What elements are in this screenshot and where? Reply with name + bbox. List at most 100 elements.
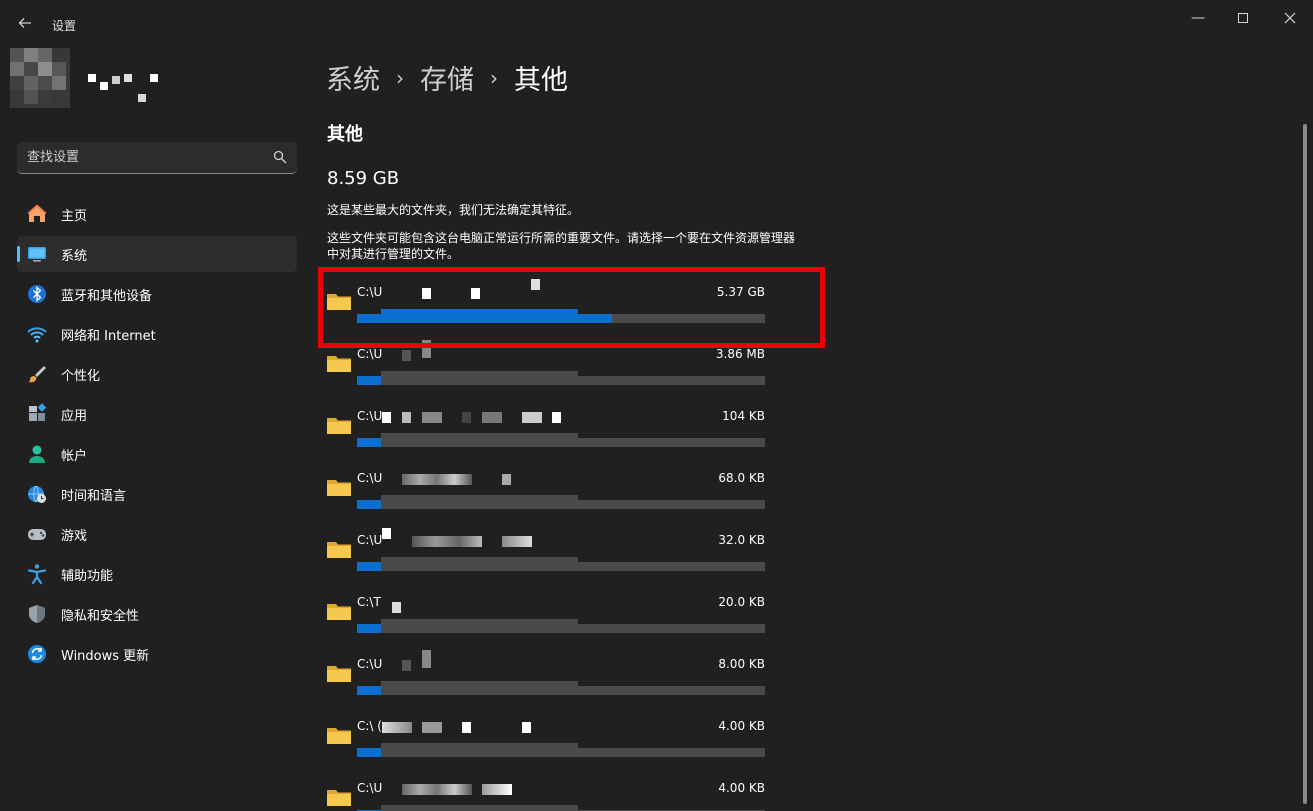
accessibility-icon [26,563,48,585]
sidebar-item-label: 网络和 Internet [61,328,156,344]
folder-icon [327,790,351,806]
wifi-icon [26,323,48,345]
sidebar-item-time-language[interactable]: 时间和语言 [17,476,297,512]
breadcrumb-current: 其他 [514,65,568,96]
folder-row[interactable]: C:\U 5.37 GB [320,276,780,338]
folder-row[interactable]: C:\U 104 KB [320,400,780,462]
folder-path: C:\U [357,471,383,485]
sidebar-item-label: 时间和语言 [61,488,127,504]
profile-name [88,72,158,102]
maximize-icon [1238,13,1248,23]
folder-size: 20.0 KB [718,595,765,609]
person-icon [26,443,48,465]
folder-row[interactable]: C:\U 3.86 MB [320,338,780,400]
folder-usage-fill [357,686,381,695]
sidebar-item-label: 游戏 [61,528,88,544]
folder-size: 4.00 KB [718,781,765,795]
search-icon[interactable] [273,150,287,164]
maximize-button[interactable] [1223,6,1263,30]
folder-usage-bar [357,681,765,695]
app-title: 设置 [52,19,77,33]
sidebar-item-windows-update[interactable]: Windows 更新 [17,636,297,672]
search-box[interactable] [17,142,297,174]
folder-path: C:\U [357,781,383,795]
folder-row[interactable]: C:\U 32.0 KB [320,524,780,586]
folder-row[interactable]: C:\ ( 4.00 KB [320,710,780,772]
home-icon [26,203,48,225]
sidebar-item-accounts[interactable]: 帐户 [17,436,297,472]
close-button[interactable] [1270,6,1310,30]
close-icon [1284,12,1296,24]
folder-icon [327,542,351,558]
globe-clock-icon [26,483,48,505]
bluetooth-icon [26,283,48,305]
folder-icon [327,728,351,744]
total-size: 8.59 GB [327,168,400,189]
section-title: 其他 [327,124,363,145]
folder-icon [327,294,351,310]
chevron-right-icon: › [490,65,498,90]
folder-usage-fill [357,562,381,571]
sidebar-item-label: 蓝牙和其他设备 [61,288,153,304]
sidebar-item-home[interactable]: 主页 [17,196,297,232]
apps-icon [26,403,48,425]
sidebar-item-label: 个性化 [61,368,101,384]
monitor-icon [26,243,48,265]
folder-path: C:\U [357,657,383,671]
sidebar-item-apps[interactable]: 应用 [17,396,297,432]
folder-size: 32.0 KB [718,533,765,547]
chevron-right-icon: › [396,65,404,90]
sidebar-item-label: 应用 [61,408,88,424]
back-button[interactable] [12,12,38,38]
sidebar-item-privacy[interactable]: 隐私和安全性 [17,596,297,632]
folder-path: C:\U [357,409,383,423]
folder-size: 68.0 KB [718,471,765,485]
folder-icon [327,418,351,434]
sidebar-item-label: Windows 更新 [61,648,150,664]
scrollbar[interactable] [1303,124,1307,804]
folder-icon [327,604,351,620]
breadcrumb: 系统 › 存储 › 其他 [326,58,568,97]
folder-usage-bar [357,309,765,323]
folder-path: C:\U [357,285,383,299]
folder-row[interactable]: C:\T 20.0 KB [320,586,780,648]
sidebar-item-network[interactable]: 网络和 Internet [17,316,297,352]
folder-row[interactable]: C:\U 4.00 KB [320,772,780,811]
sidebar-item-bluetooth[interactable]: 蓝牙和其他设备 [17,276,297,312]
folder-row[interactable]: C:\U 68.0 KB [320,462,780,524]
sidebar-item-system[interactable]: 系统 [17,236,297,272]
search-input[interactable] [17,142,267,173]
folder-usage-bar [357,619,765,633]
folder-usage-bar [357,743,765,757]
sidebar-item-label: 辅助功能 [61,568,114,584]
sidebar-item-gaming[interactable]: 游戏 [17,516,297,552]
sidebar-nav: 主页 系统 蓝牙和其他设备 网络和 Internet 个性化 应用 帐户 时间和… [17,196,297,676]
folder-usage-fill [357,748,381,757]
sidebar-item-label: 帐户 [61,448,88,464]
folder-usage-bar [357,495,765,509]
folder-icon [327,356,351,372]
title-bar: 设置 — [0,0,1313,48]
sidebar-item-personalization[interactable]: 个性化 [17,356,297,392]
folder-usage-fill [357,438,381,447]
breadcrumb-storage[interactable]: 存储 [420,58,474,97]
description-text: 这是某些最大的文件夹，我们无法确定其特征。 [327,203,580,217]
folder-path: C:\U [357,347,383,361]
shield-icon [26,603,48,625]
sidebar-item-accessibility[interactable]: 辅助功能 [17,556,297,592]
folder-path: C:\T [357,595,381,609]
folder-icon [327,480,351,496]
folder-icon [327,666,351,682]
folder-size: 5.37 GB [716,285,765,299]
breadcrumb-system[interactable]: 系统 [326,58,380,97]
folder-path: C:\ ( [357,719,382,733]
folder-usage-bar [357,557,765,571]
minimize-button[interactable]: — [1178,6,1218,30]
folder-row[interactable]: C:\U 8.00 KB [320,648,780,710]
avatar[interactable] [10,48,70,108]
gamepad-icon [26,523,48,545]
sidebar-item-label: 主页 [61,208,88,224]
folder-size: 104 KB [722,409,765,423]
folder-usage-fill [357,500,381,509]
sidebar-item-label: 隐私和安全性 [61,608,140,624]
